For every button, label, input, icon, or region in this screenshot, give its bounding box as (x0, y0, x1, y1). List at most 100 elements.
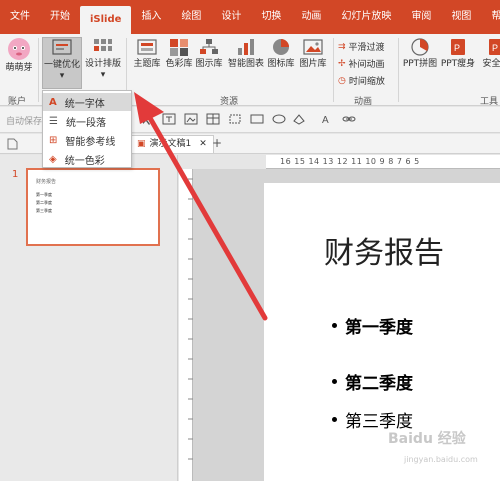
optimize-label: 一键优化 (43, 60, 80, 70)
color-bucket-icon: ◈ (49, 153, 57, 165)
color-library-label: 色彩库 (165, 59, 193, 69)
ppt-slim-button[interactable]: P PPT瘦身 (440, 37, 476, 70)
image-library-button[interactable]: 图片库 (298, 37, 328, 70)
design-layout-button[interactable]: 设计排版 ▾ (84, 37, 122, 81)
autosave-label: 自动保存 (6, 117, 43, 127)
time-scale-button[interactable]: ◷ 时间缩放 (338, 74, 385, 88)
menu-item-smart-guides[interactable]: ⊞ 智能参考线 (43, 131, 131, 149)
pie-icon (271, 37, 291, 57)
font-color-icon[interactable]: A (320, 113, 334, 125)
color-library-button[interactable]: 色彩库 (164, 37, 194, 70)
bar-chart-icon (236, 37, 256, 57)
image-library-label: 图片库 (299, 59, 327, 69)
group-label-resources: 资源 (220, 97, 239, 107)
bullet-dot (332, 323, 337, 328)
smooth-transition-button[interactable]: ⇉ 平滑过渡 (338, 40, 385, 54)
theme-icon (137, 37, 157, 57)
svg-text:P: P (454, 43, 460, 53)
collage-icon (410, 37, 430, 57)
tween-animation-button[interactable]: ✢ 补间动画 (338, 57, 385, 71)
slide-thumbnail[interactable]: 财务报告 第一季度 第二季度 第三季度 (26, 168, 160, 246)
tab-animations[interactable]: 动画 (291, 0, 331, 34)
pptx-file-icon: ▣ (137, 139, 146, 149)
theme-library-label: 主题库 (133, 59, 161, 69)
thumbnail-title: 财务报告 (36, 179, 57, 185)
tab-design[interactable]: 设计 (211, 0, 251, 34)
rectangle-icon[interactable] (250, 113, 264, 125)
document-tab[interactable]: ▣ 演示文稿1 ✕ (130, 135, 214, 153)
svg-text:P: P (492, 43, 498, 53)
diagram-library-label: 图示库 (195, 59, 223, 69)
layout-label: 设计排版 (84, 59, 121, 69)
svg-text:A: A (322, 115, 329, 125)
shape-fill-icon[interactable] (292, 113, 306, 125)
group-divider (398, 38, 399, 102)
pointer-icon[interactable] (140, 113, 154, 125)
tab-home[interactable]: 开始 (40, 0, 80, 34)
guides-icon: ⊞ (49, 134, 58, 146)
group-divider (38, 38, 39, 102)
tab-help[interactable]: 帮助 (481, 0, 500, 34)
bullet-dot (332, 379, 337, 384)
group-label-account: 账户 (8, 97, 27, 107)
slide-title[interactable]: 财务报告 (324, 228, 444, 272)
new-file-icon[interactable] (6, 138, 18, 150)
watermark-subtext: jingyan.baidu.com (404, 455, 478, 464)
theme-library-button[interactable]: 主题库 (130, 37, 164, 70)
diagram-library-button[interactable]: 图示库 (194, 37, 224, 70)
slide-thumbnail-pane: 1 财务报告 第一季度 第二季度 第三季度 (0, 155, 178, 481)
smart-chart-button[interactable]: 智能图表 (226, 37, 266, 70)
account-label: 萌萌芽 (5, 63, 33, 73)
account-button[interactable]: 萌萌芽 (4, 37, 34, 74)
group-divider (333, 38, 334, 102)
chevron-down-icon: ▾ (100, 70, 106, 80)
slide-bullet[interactable]: 第一季度 (332, 313, 413, 338)
text-box-icon[interactable] (162, 113, 176, 125)
ribbon-tab-bar: 文件 开始 iSlide 插入 绘图 设计 切换 动画 幻灯片放映 审阅 视图 … (0, 0, 500, 34)
tween-icon: ✢ (338, 58, 346, 69)
vertical-ruler (179, 169, 193, 481)
link-icon[interactable] (342, 113, 356, 125)
icon-library-button[interactable]: 图标库 (266, 37, 296, 70)
ruler-ticks (188, 178, 193, 460)
paragraph-icon: ☰ (49, 115, 58, 127)
smart-chart-label: 智能图表 (227, 59, 264, 69)
chevron-down-icon: ▾ (59, 71, 65, 81)
slide-number: 1 (12, 169, 19, 180)
ellipse-icon[interactable] (272, 113, 286, 125)
group-label-animation: 动画 (354, 97, 373, 107)
picture-icon[interactable] (184, 113, 198, 125)
frame-icon[interactable] (228, 113, 242, 125)
table-icon[interactable] (206, 113, 220, 125)
tab-transitions[interactable]: 切换 (251, 0, 291, 34)
palette-icon (169, 37, 189, 57)
ppt-collage-button[interactable]: PPT拼图 (402, 37, 438, 70)
optimize-dropdown-menu: A 统一字体 ☰ 统一段落 ⊞ 智能参考线 ◈ 统一色彩 (42, 90, 132, 168)
document-tab-name: 演示文稿1 (149, 139, 192, 149)
tab-islide[interactable]: iSlide (80, 6, 132, 34)
menu-item-unify-color[interactable]: ◈ 统一色彩 (43, 150, 131, 168)
tab-view[interactable]: 视图 (441, 0, 481, 34)
one-click-optimize-button[interactable]: 一键优化 ▾ (42, 37, 82, 89)
group-label-tools: 工具 (480, 97, 499, 107)
tab-insert[interactable]: 插入 (131, 0, 171, 34)
security-export-button[interactable]: P 安全导 (478, 37, 500, 70)
close-tab-icon[interactable]: ✕ (199, 136, 207, 153)
diagram-icon (199, 37, 219, 57)
icon-library-label: 图标库 (267, 59, 295, 69)
menu-item-unify-paragraph[interactable]: ☰ 统一段落 (43, 112, 131, 130)
add-tab-icon[interactable]: + (212, 136, 222, 150)
clock-icon: ◷ (338, 75, 346, 86)
thumbnail-line: 第二季度 (36, 200, 52, 205)
menu-item-unify-font[interactable]: A 统一字体 (43, 93, 131, 111)
horizontal-ruler: 16 15 14 13 12 11 10 9 8 7 6 5 (266, 155, 500, 169)
optimize-icon (52, 38, 72, 58)
tab-slideshow[interactable]: 幻灯片放映 (331, 0, 401, 34)
slide-bullet[interactable]: 第二季度 (332, 369, 413, 394)
thumbnail-line: 第一季度 (36, 192, 52, 197)
avatar (7, 37, 31, 61)
tab-draw[interactable]: 绘图 (171, 0, 211, 34)
tab-review[interactable]: 审阅 (401, 0, 441, 34)
tab-file[interactable]: 文件 (0, 0, 40, 34)
font-icon: A (49, 96, 57, 108)
